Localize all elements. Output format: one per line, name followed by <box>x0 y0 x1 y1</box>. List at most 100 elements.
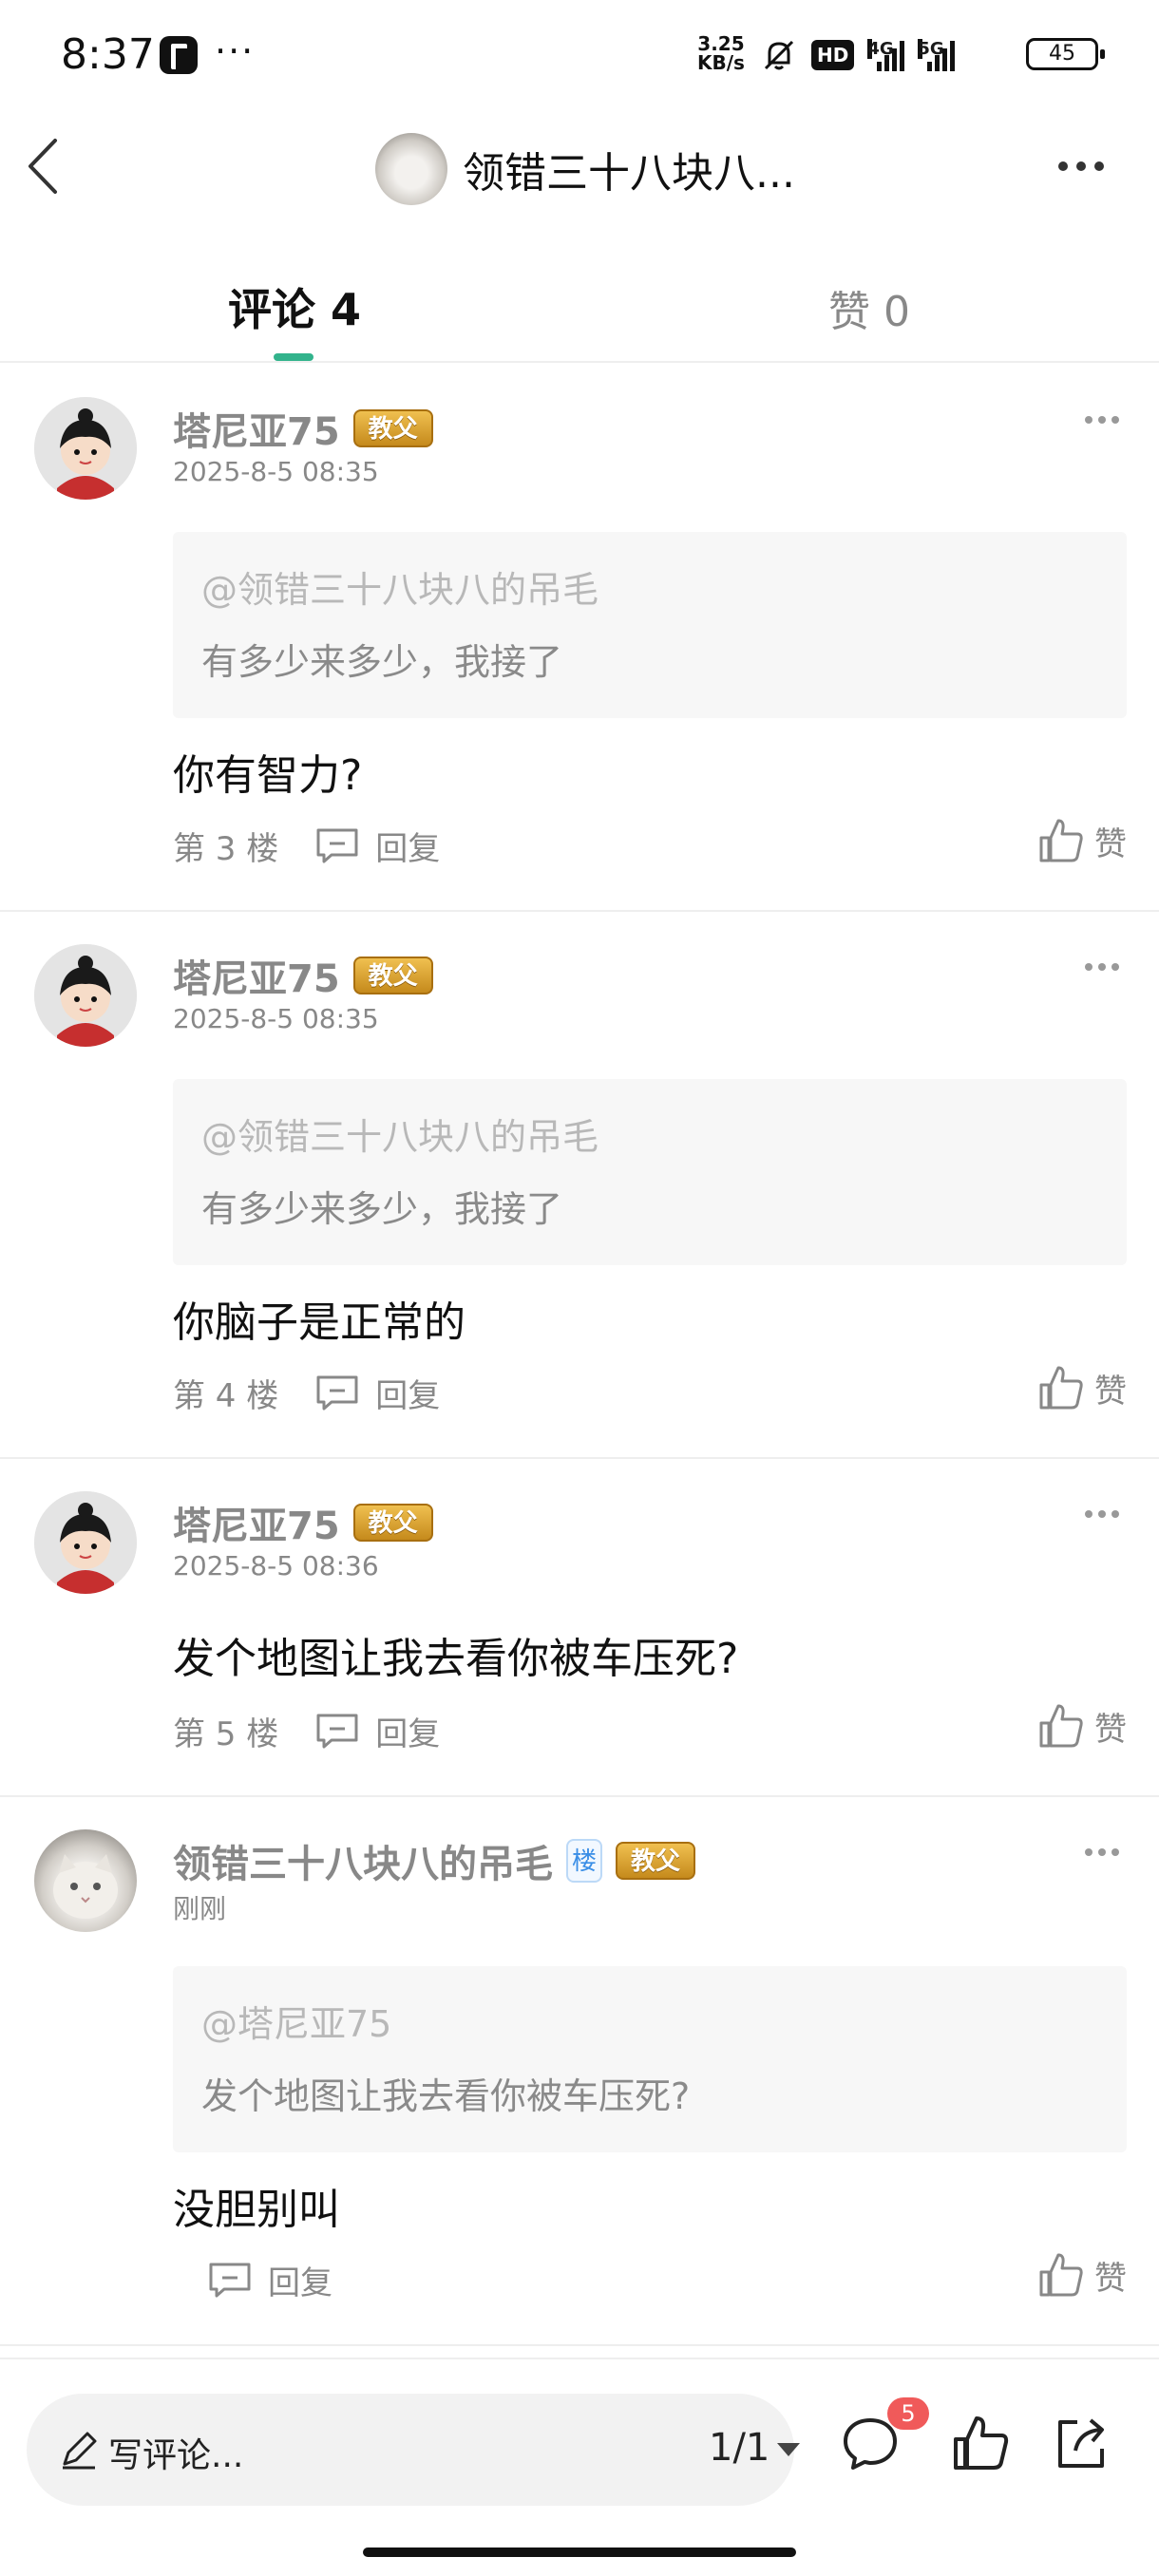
reply-button[interactable]: 回复 <box>207 2257 332 2303</box>
thumbs-up-icon <box>1039 819 1083 862</box>
page-indicator[interactable]: 1/1 <box>709 2426 770 2470</box>
reply-label: 回复 <box>268 2263 332 2302</box>
comment-text: 你有智力? <box>173 751 363 800</box>
reply-button[interactable]: 回复 <box>314 823 440 869</box>
avatar[interactable] <box>34 1829 137 1932</box>
status-time: 8:37 <box>61 30 155 79</box>
comment-more-button[interactable] <box>1085 963 1119 971</box>
share-icon[interactable] <box>1051 2413 1112 2473</box>
rank-badge: 教父 <box>352 409 433 447</box>
thumbs-up-icon <box>1039 1704 1083 1748</box>
like-button[interactable]: 赞 <box>1037 817 1127 864</box>
pencil-icon <box>63 2432 97 2470</box>
comment-more-button[interactable] <box>1085 1510 1119 1518</box>
comment-more-button[interactable] <box>1085 1848 1119 1856</box>
signal-5g-icon: 5G <box>918 39 956 71</box>
comment-time: 2025-8-5 08:35 <box>173 1003 379 1034</box>
quote-mention: @领错三十八块八的吊毛 <box>201 1116 599 1158</box>
reply-button[interactable]: 回复 <box>314 1708 440 1754</box>
status-bar: 8:37 ··· 3.25 KB/s HD 4G 5G 45 <box>0 0 1159 114</box>
top-nav: 领错三十八块八... <box>0 114 1159 218</box>
write-comment-input[interactable]: 写评论... 1/1 <box>27 2394 800 2506</box>
rank-badge: 教父 <box>616 1842 696 1880</box>
thumbs-up-icon[interactable] <box>950 2413 1011 2473</box>
comment-author-row: 塔尼亚75 教父 <box>173 1495 433 1550</box>
quote-text: 发个地图让我去看你被车压死? <box>201 2075 691 2117</box>
comment-author[interactable]: 塔尼亚75 <box>173 1495 340 1550</box>
chevron-left-icon <box>28 139 57 194</box>
like-label: 赞 <box>1094 824 1127 863</box>
comment-icon <box>316 1714 358 1749</box>
like-button[interactable]: 赞 <box>1037 2251 1127 2299</box>
like-label: 赞 <box>1094 1710 1127 1749</box>
comment-author[interactable]: 塔尼亚75 <box>173 401 340 456</box>
comment-footer: 第 3 楼 回复 <box>173 823 440 868</box>
comment-author[interactable]: 领错三十八块八的吊毛 <box>173 1833 553 1888</box>
avatar[interactable] <box>34 397 137 500</box>
quote-text: 有多少来多少，我接了 <box>201 1188 563 1230</box>
active-tab-indicator <box>274 353 314 361</box>
reply-button[interactable]: 回复 <box>314 1370 440 1416</box>
comment-time: 刚刚 <box>173 1893 227 1924</box>
avatar[interactable] <box>34 944 137 1047</box>
signal-4g-label: 4G <box>867 39 894 59</box>
author-avatar <box>375 133 447 205</box>
quoted-comment[interactable]: @领错三十八块八的吊毛 有多少来多少，我接了 <box>173 532 1127 718</box>
tab-bar: 评论 4 赞 0 <box>0 256 1159 363</box>
hd-badge: HD <box>811 40 855 70</box>
quote-mention: @领错三十八块八的吊毛 <box>201 569 599 611</box>
comment-item: 领错三十八块八的吊毛 楼 教父 刚刚 @塔尼亚75 发个地图让我去看你被车压死?… <box>0 1797 1159 2346</box>
comment-author-row: 塔尼亚75 教父 <box>173 401 433 456</box>
network-speed-unit: KB/s <box>697 51 745 74</box>
thumbs-up-icon <box>1039 2253 1083 2297</box>
comment-text: 没胆别叫 <box>173 2186 340 2234</box>
floor-number: 第 5 楼 <box>173 1714 279 1753</box>
comment-icon <box>316 1375 358 1411</box>
signal-4g-icon: 4G <box>867 39 905 71</box>
app-notification-icon <box>160 36 198 74</box>
like-button[interactable]: 赞 <box>1037 1702 1127 1750</box>
comment-more-button[interactable] <box>1085 416 1119 424</box>
quote-text: 有多少来多少，我接了 <box>201 641 563 683</box>
thread-title[interactable]: 领错三十八块八... <box>375 133 795 205</box>
comment-item: 塔尼亚75 教父 2025-8-5 08:36 发个地图让我去看你被车压死? 第… <box>0 1459 1159 1797</box>
thumbs-up-icon <box>1039 1366 1083 1410</box>
quote-mention: @塔尼亚75 <box>201 2003 392 2045</box>
network-speed: 3.25 KB/s <box>697 34 745 72</box>
thread-owner-badge: 楼 <box>566 1839 602 1883</box>
comment-text: 发个地图让我去看你被车压死? <box>173 1635 739 1683</box>
comment-author[interactable]: 塔尼亚75 <box>173 948 340 1003</box>
quoted-comment[interactable]: @领错三十八块八的吊毛 有多少来多少，我接了 <box>173 1079 1127 1265</box>
comment-count-badge: 5 <box>887 2397 929 2430</box>
rank-badge: 教父 <box>352 1504 433 1542</box>
comment-footer: 回复 <box>207 2257 332 2302</box>
avatar[interactable] <box>34 1491 137 1594</box>
reply-label: 回复 <box>375 1714 441 1753</box>
network-speed-value: 3.25 <box>697 32 745 55</box>
tab-likes[interactable]: 赞 0 <box>828 277 910 338</box>
comment-text: 你脑子是正常的 <box>173 1298 466 1347</box>
more-options-button[interactable] <box>1058 152 1125 180</box>
comment-icon <box>316 828 358 863</box>
girl-avatar-icon <box>34 944 137 1047</box>
comment-icon <box>209 2263 251 2298</box>
girl-avatar-icon <box>34 397 137 500</box>
like-label: 赞 <box>1094 1372 1127 1411</box>
page-title: 领错三十八块八... <box>463 149 795 198</box>
comment-footer: 第 5 楼 回复 <box>173 1708 440 1753</box>
comment-time: 2025-8-5 08:35 <box>173 456 379 487</box>
home-indicator[interactable] <box>363 2548 796 2557</box>
reply-label: 回复 <box>375 1376 441 1415</box>
reply-label: 回复 <box>375 829 441 868</box>
back-button[interactable] <box>19 133 95 199</box>
girl-avatar-icon <box>34 1491 137 1594</box>
tab-comments[interactable]: 评论 4 <box>228 275 361 338</box>
rank-badge: 教父 <box>352 957 433 994</box>
comment-time: 2025-8-5 08:36 <box>173 1550 379 1582</box>
quoted-comment[interactable]: @塔尼亚75 发个地图让我去看你被车压死? <box>173 1966 1127 2152</box>
bell-off-icon <box>764 40 794 70</box>
bottom-bar: 写评论... 1/1 5 <box>0 2358 1159 2576</box>
caret-down-icon[interactable] <box>777 2443 800 2456</box>
comment-author-row: 领错三十八块八的吊毛 楼 教父 <box>173 1833 696 1888</box>
like-button[interactable]: 赞 <box>1037 1364 1127 1411</box>
